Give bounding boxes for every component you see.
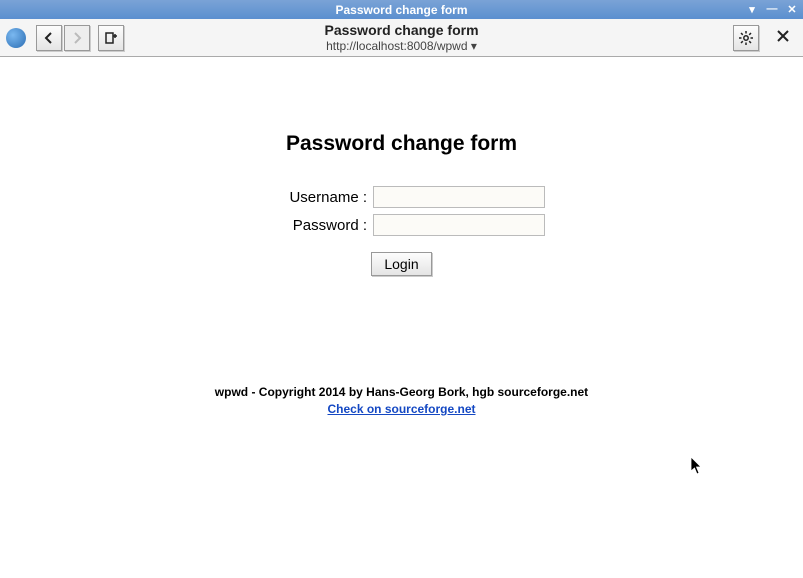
window-minimize-icon[interactable]: ▾ bbox=[745, 2, 759, 16]
globe-icon[interactable] bbox=[6, 28, 26, 48]
password-row: Password : bbox=[0, 214, 803, 236]
window-controls: ▾ — ✕ bbox=[745, 2, 799, 16]
window-titlebar: Password change form ▾ — ✕ bbox=[0, 0, 803, 19]
toolbar-right-group bbox=[733, 25, 795, 51]
login-button[interactable]: Login bbox=[371, 252, 431, 276]
password-label: Password : bbox=[258, 217, 373, 234]
username-input[interactable] bbox=[373, 186, 545, 208]
gear-icon bbox=[738, 30, 754, 46]
bookmark-button[interactable] bbox=[98, 25, 124, 51]
forward-button bbox=[64, 25, 90, 51]
copyright-text: wpwd - Copyright 2014 by Hans-Georg Bork… bbox=[0, 384, 803, 401]
page-content: Password change form Username : Password… bbox=[0, 57, 803, 578]
username-label: Username : bbox=[258, 189, 373, 206]
username-row: Username : bbox=[0, 186, 803, 208]
password-input[interactable] bbox=[373, 214, 545, 236]
window-restore-icon[interactable]: — bbox=[765, 2, 779, 16]
footer: wpwd - Copyright 2014 by Hans-Georg Bork… bbox=[0, 384, 803, 418]
close-icon bbox=[777, 30, 789, 42]
tab-close-button[interactable] bbox=[771, 29, 795, 47]
page-title: Password change form bbox=[324, 22, 478, 39]
page-title-block: Password change form http://localhost:80… bbox=[324, 22, 478, 53]
window-title: Password change form bbox=[335, 3, 467, 17]
browser-toolbar: Password change form http://localhost:80… bbox=[0, 19, 803, 57]
form-heading: Password change form bbox=[0, 132, 803, 156]
window-close-icon[interactable]: ✕ bbox=[785, 2, 799, 16]
page-url[interactable]: http://localhost:8008/wpwd ▾ bbox=[324, 39, 478, 53]
settings-button[interactable] bbox=[733, 25, 759, 51]
nav-group bbox=[36, 25, 90, 51]
back-button[interactable] bbox=[36, 25, 62, 51]
sourceforge-link[interactable]: Check on sourceforge.net bbox=[327, 402, 475, 416]
